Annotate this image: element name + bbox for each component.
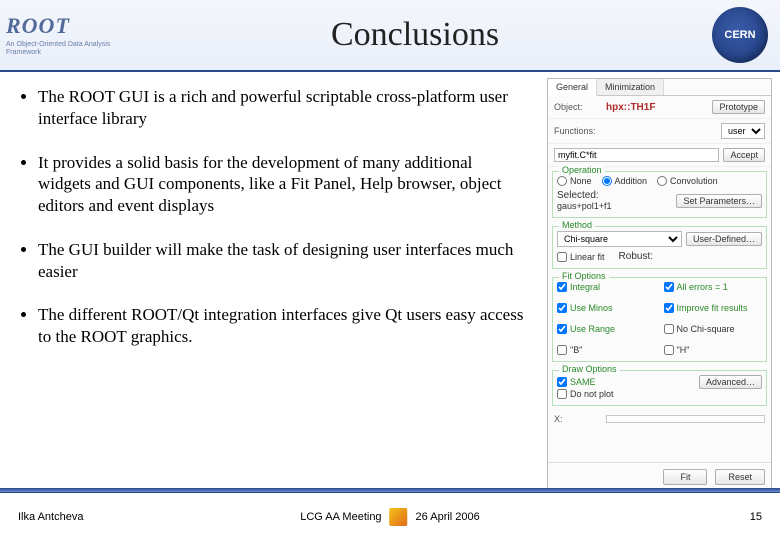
tab-general[interactable]: General (548, 79, 597, 96)
userdef-button[interactable]: User-Defined… (686, 232, 762, 246)
meeting-name: LCG AA Meeting (300, 511, 381, 523)
method-select[interactable]: Chi-square (557, 231, 682, 247)
check-useminos[interactable]: Use Minos (557, 303, 656, 313)
check-improve[interactable]: Improve fit results (664, 303, 763, 313)
lcg-icon (390, 508, 408, 526)
functions-label: Functions: (554, 126, 602, 136)
operation-group: Operation None Addition Convolution Sele… (552, 171, 767, 218)
check-allerrors[interactable]: All errors = 1 (664, 282, 763, 292)
advanced-button[interactable]: Advanced… (699, 375, 762, 389)
page-number: 15 (750, 511, 762, 523)
bullet-item: It provides a solid basis for the develo… (38, 152, 529, 217)
userfile-input[interactable] (554, 148, 719, 162)
check-userange[interactable]: Use Range (557, 324, 656, 334)
root-logo-text: ROOT (6, 13, 124, 39)
x-slider[interactable] (606, 415, 765, 423)
x-label: X: (554, 414, 602, 424)
linear-fit-check[interactable]: Linear fit (557, 251, 605, 262)
method-title: Method (559, 220, 595, 230)
selected-label: Selected: (557, 190, 672, 201)
draw-options-group: Draw Options SAME Advanced… Do not plot (552, 370, 767, 406)
slide-title: Conclusions (331, 16, 499, 54)
accept-button[interactable]: Accept (723, 148, 765, 162)
bullet-item: The different ROOT/Qt integration interf… (38, 304, 529, 348)
fit-button[interactable]: Fit (663, 469, 707, 485)
title-area: Conclusions (130, 0, 700, 70)
functions-row: Functions: user (548, 119, 771, 144)
radio-convolution[interactable]: Convolution (657, 176, 718, 186)
root-logo-subtitle: An Object-Oriented Data Analysis Framewo… (6, 41, 124, 56)
operation-radios: None Addition Convolution (557, 176, 762, 186)
radio-none[interactable]: None (557, 176, 592, 186)
object-label: Object: (554, 102, 602, 112)
fit-options-title: Fit Options (559, 271, 609, 281)
tab-minimization[interactable]: Minimization (597, 79, 664, 95)
functions-select[interactable]: user (721, 123, 765, 139)
check-noplot[interactable]: Do not plot (557, 389, 762, 399)
footer: Ilka Antcheva LCG AA Meeting 26 April 20… (0, 492, 780, 540)
check-integral[interactable]: Integral (557, 282, 656, 292)
draw-options-title: Draw Options (559, 364, 620, 374)
setparams-button[interactable]: Set Parameters… (676, 194, 762, 208)
reset-button[interactable]: Reset (715, 469, 765, 485)
selected-value: gaus+pol1+f1 (557, 201, 672, 211)
slide-content: The ROOT GUI is a rich and powerful scri… (0, 72, 780, 492)
check-b[interactable]: "B" (557, 345, 656, 355)
x-range-row: X: (548, 410, 771, 428)
panel-bottom-buttons: Fit Reset (548, 462, 771, 491)
fit-options-group: Fit Options Integral Use Minos Use Range… (552, 277, 767, 362)
check-h[interactable]: "H" (664, 345, 763, 355)
author-name: Ilka Antcheva (18, 511, 83, 523)
object-row: Object: hpx::TH1F Prototype (548, 96, 771, 119)
bullet-list: The ROOT GUI is a rich and powerful scri… (0, 72, 547, 492)
header-bar: ROOT An Object-Oriented Data Analysis Fr… (0, 0, 780, 72)
check-same[interactable]: SAME (557, 377, 596, 387)
method-group: Method Chi-square User-Defined… Linear f… (552, 226, 767, 269)
operation-title: Operation (559, 165, 605, 175)
fit-panel: General Minimization Object: hpx::TH1F P… (547, 78, 772, 492)
bullet-item: The ROOT GUI is a rich and powerful scri… (38, 86, 529, 130)
prototype-button[interactable]: Prototype (712, 100, 765, 114)
check-nochisq[interactable]: No Chi-square (664, 324, 763, 334)
userfile-row: Accept (548, 144, 771, 167)
cern-badge: CERN (712, 7, 768, 63)
cern-logo: CERN (700, 0, 780, 70)
panel-tabs: General Minimization (548, 79, 771, 96)
root-logo: ROOT An Object-Oriented Data Analysis Fr… (0, 0, 130, 70)
radio-addition[interactable]: Addition (602, 176, 648, 186)
bullet-item: The GUI builder will make the task of de… (38, 239, 529, 283)
object-value: hpx::TH1F (606, 102, 655, 113)
robust-label: Robust: (619, 251, 653, 262)
footer-date: 26 April 2006 (416, 511, 480, 523)
